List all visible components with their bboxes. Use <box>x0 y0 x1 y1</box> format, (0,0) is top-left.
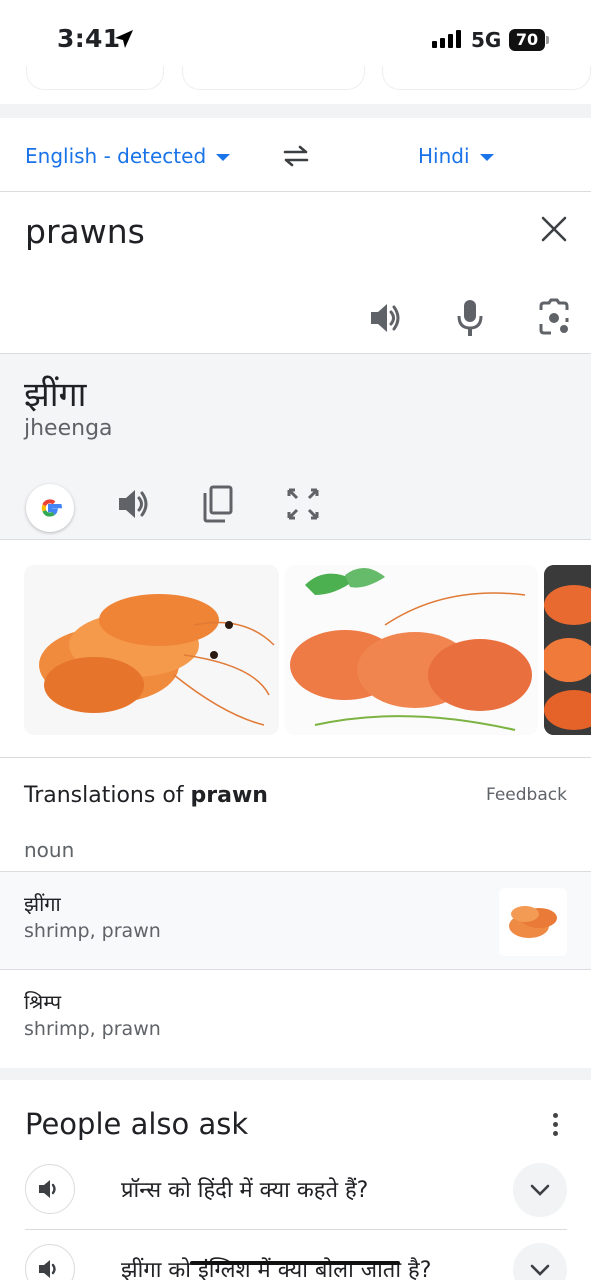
translation-thumbnail <box>499 888 567 956</box>
source-language-selector[interactable]: English - detected <box>25 144 231 168</box>
speaker-icon[interactable] <box>117 484 149 524</box>
divider <box>25 1229 567 1230</box>
source-text-input[interactable]: prawns <box>25 212 145 251</box>
chip[interactable] <box>182 66 365 90</box>
divider <box>0 757 591 758</box>
paa-question-row[interactable]: प्रॉन्स को हिंदी में क्या कहते हैं? <box>0 1160 591 1240</box>
translation-row[interactable]: झींगा shrimp, prawn <box>0 872 591 970</box>
battery-level: 70 <box>509 29 545 51</box>
translation-word: झींगा <box>24 892 61 916</box>
close-icon[interactable] <box>541 216 567 242</box>
caret-down-icon <box>479 154 494 161</box>
section-divider <box>0 1068 591 1080</box>
strikethrough-mark <box>190 1261 400 1265</box>
target-language-selector[interactable]: Hindi <box>418 144 494 168</box>
copy-icon[interactable] <box>202 484 234 524</box>
translated-text: झींगा <box>24 375 87 415</box>
google-search-button[interactable] <box>26 484 74 532</box>
speaker-icon <box>39 1180 56 1198</box>
status-time: 3:41 <box>57 24 121 53</box>
expand-button[interactable] <box>513 1243 567 1280</box>
chip[interactable] <box>382 66 591 90</box>
prawn-image[interactable] <box>285 565 538 735</box>
transliteration: jheenga <box>24 416 113 441</box>
speaker-button[interactable] <box>25 1244 75 1280</box>
prawn-image[interactable] <box>24 565 279 735</box>
network-type: 5G <box>471 28 502 52</box>
speaker-icon[interactable] <box>369 298 401 338</box>
chevron-down-icon <box>530 1264 550 1276</box>
location-arrow-icon <box>115 30 133 48</box>
chevron-down-icon <box>530 1184 550 1196</box>
paa-question-row[interactable]: झींगा को इंग्लिश में क्या बोला जाता है? <box>0 1240 591 1280</box>
paa-question: प्रॉन्स को हिंदी में क्या कहते हैं? <box>121 1178 369 1203</box>
mic-icon[interactable] <box>456 298 484 338</box>
image-carousel[interactable] <box>24 565 591 735</box>
prawn-image[interactable] <box>544 565 591 735</box>
chip[interactable] <box>26 66 164 90</box>
people-also-ask-heading: People also ask <box>25 1107 249 1141</box>
translation-word: श्रिम्प <box>24 990 62 1014</box>
target-language-label: Hindi <box>418 144 470 168</box>
expand-button[interactable] <box>513 1163 567 1217</box>
fullscreen-icon[interactable] <box>287 484 319 524</box>
translations-heading: Translations of prawn <box>24 783 268 808</box>
source-language-label: English - detected <box>25 144 207 168</box>
battery-icon: 70 <box>509 29 549 51</box>
translation-row[interactable]: श्रिम्प shrimp, prawn <box>0 970 591 1068</box>
swap-icon[interactable] <box>281 143 311 169</box>
chip-row <box>0 66 591 92</box>
translation-result: झींगा jheenga <box>0 353 591 540</box>
status-bar: 3:41 5G 70 <box>0 0 591 62</box>
speaker-icon <box>39 1260 56 1278</box>
feedback-link[interactable]: Feedback <box>486 785 567 805</box>
camera-lens-icon[interactable] <box>537 298 571 338</box>
google-icon <box>41 499 62 517</box>
signal-icon <box>432 30 461 48</box>
part-of-speech: noun <box>24 838 75 862</box>
caret-down-icon <box>216 154 231 161</box>
section-divider <box>0 104 591 118</box>
speaker-button[interactable] <box>25 1164 75 1214</box>
more-vert-icon[interactable] <box>553 1113 558 1136</box>
paa-question: झींगा को इंग्लिश में क्या बोला जाता है? <box>121 1258 432 1280</box>
translation-synonyms: shrimp, prawn <box>24 1018 161 1040</box>
translation-synonyms: shrimp, prawn <box>24 920 161 942</box>
